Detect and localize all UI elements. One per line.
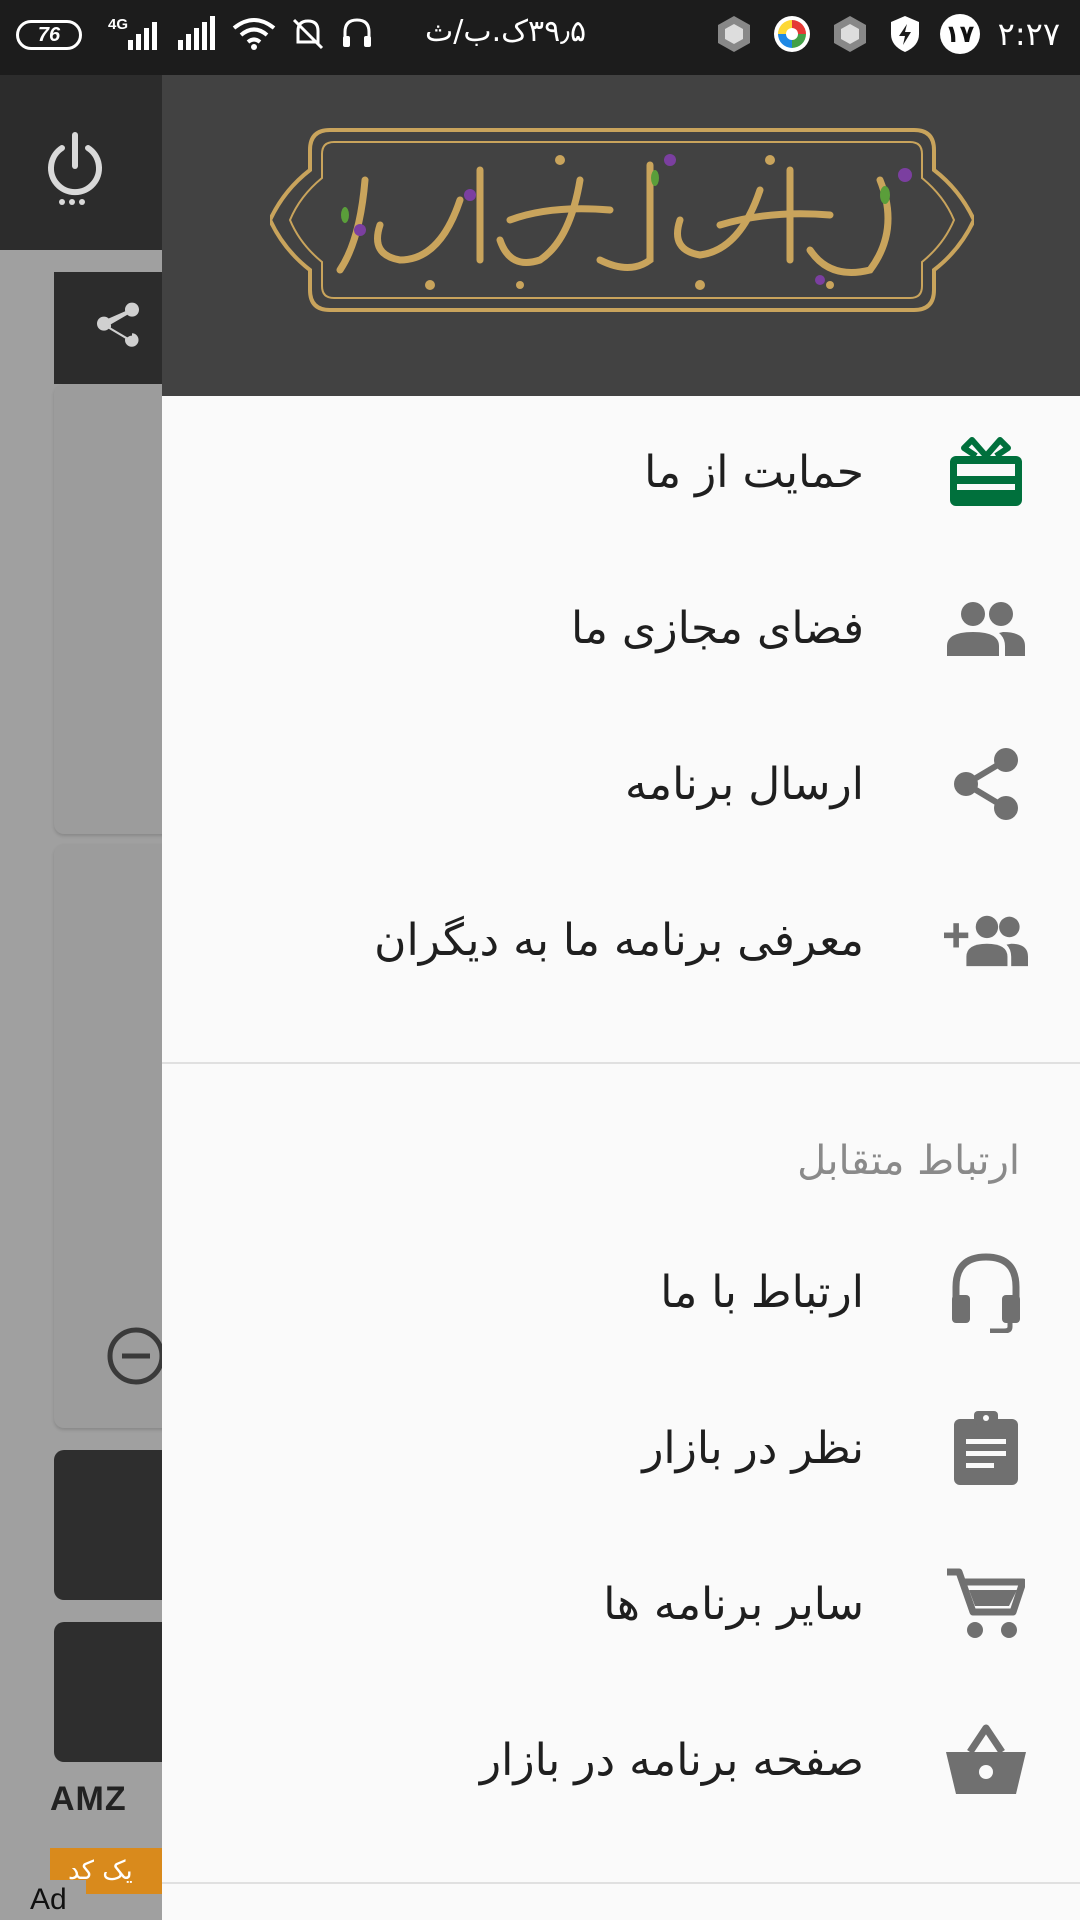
menu-item-other-apps[interactable]: سایر برنامه ها bbox=[162, 1526, 1080, 1682]
signal-icon-2 bbox=[178, 16, 215, 50]
menu-item-label: صفحه برنامه در بازار bbox=[479, 1734, 864, 1786]
status-icons-left bbox=[128, 16, 374, 50]
ad-tag: Ad bbox=[30, 1880, 86, 1920]
menu-item-social[interactable]: فضای مجازی ما bbox=[162, 550, 1080, 706]
divider bbox=[162, 1062, 1080, 1064]
navigation-drawer: حمایت از ما فضای مجازی ما ارسال برنامه م… bbox=[162, 0, 1080, 1920]
people-icon bbox=[944, 586, 1028, 670]
battery-indicator: 76 bbox=[16, 20, 82, 50]
data-speed: ۳۹٫۵ک.ب/ث bbox=[425, 14, 587, 49]
section-title: ارتباط متقابل bbox=[797, 1138, 1020, 1184]
wifi-icon bbox=[232, 18, 276, 50]
gift-card-icon bbox=[944, 430, 1028, 514]
menu-item-label: ارسال برنامه bbox=[624, 758, 864, 810]
share-icon bbox=[97, 302, 139, 347]
menu-item-bazaar-review[interactable]: نظر در بازار bbox=[162, 1370, 1080, 1526]
app-notification-icon bbox=[833, 16, 866, 52]
menu-item-support[interactable]: حمایت از ما bbox=[162, 394, 1080, 550]
ad-logo: AMZ bbox=[50, 1780, 127, 1818]
menu-item-label: ارتباط با ما bbox=[660, 1266, 864, 1318]
colorful-app-icon bbox=[773, 16, 810, 52]
menu-item-share-app[interactable]: ارسال برنامه bbox=[162, 706, 1080, 862]
clock: ۲:۲۷ bbox=[997, 15, 1060, 53]
muted-bell-icon bbox=[292, 18, 324, 50]
basket-icon bbox=[944, 1718, 1028, 1802]
menu-item-label: حمایت از ما bbox=[644, 446, 864, 498]
headset-status-icon bbox=[343, 18, 371, 47]
clipboard-icon bbox=[944, 1406, 1028, 1490]
menu-item-label: نظر در بازار bbox=[642, 1422, 864, 1474]
app-notification-icon bbox=[717, 16, 750, 52]
status-icons-right: ۱۷ ۲:۲۷ bbox=[714, 14, 1060, 54]
menu-item-contact-us[interactable]: ارتباط با ما bbox=[162, 1214, 1080, 1370]
share-icon bbox=[944, 742, 1028, 826]
network-type: 4G bbox=[108, 16, 129, 33]
menu-item-label: سایر برنامه ها bbox=[603, 1578, 864, 1630]
add-people-icon bbox=[944, 898, 1028, 982]
calligraphy-logo bbox=[267, 120, 977, 324]
signal-icon bbox=[128, 22, 157, 50]
divider bbox=[162, 1882, 1080, 1884]
menu-item-introduce-app[interactable]: معرفی برنامه ما به دیگران bbox=[162, 862, 1080, 1018]
cart-icon bbox=[944, 1562, 1028, 1646]
shield-icon bbox=[890, 16, 919, 52]
menu-item-app-page-bazaar[interactable]: صفحه برنامه در بازار bbox=[162, 1682, 1080, 1838]
power-icon[interactable] bbox=[40, 130, 110, 210]
notification-count-badge: ۱۷ bbox=[939, 14, 980, 54]
status-bar: 76 4G ۳۹٫۵ک.ب/ث ۱۷ ۲:۲۷ bbox=[0, 0, 1080, 75]
menu-item-label: فضای مجازی ما bbox=[570, 602, 864, 654]
menu-item-label: معرفی برنامه ما به دیگران bbox=[374, 914, 864, 966]
headset-icon bbox=[944, 1250, 1028, 1334]
minus-circle-icon[interactable] bbox=[106, 1326, 166, 1390]
